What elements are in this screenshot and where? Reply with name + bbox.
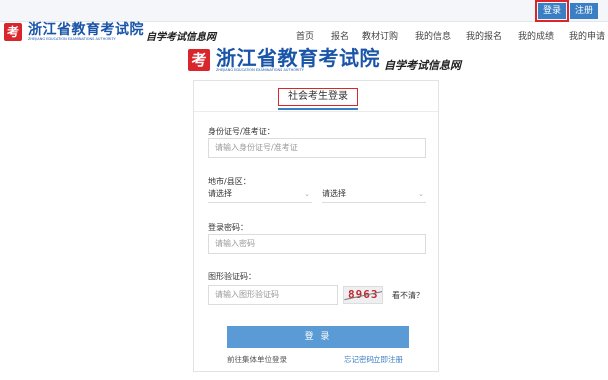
tab-underline [278, 108, 358, 110]
logo-emblem-icon: 考 [4, 23, 22, 41]
nav-my-info[interactable]: 我的信息 [415, 29, 451, 42]
register-button[interactable]: 注册 [570, 3, 598, 19]
password-input[interactable]: 请输入密码 [208, 234, 426, 254]
register-now-link[interactable]: 立即注册 [373, 354, 403, 365]
login-button[interactable]: 登录 [535, 0, 569, 22]
id-label: 身份证号/准考证： [208, 127, 275, 136]
chevron-down-icon: ⌄ [418, 190, 424, 198]
district-select[interactable]: 请选择 ⌄ [322, 187, 426, 203]
forgot-password-link[interactable]: 忘记密码 [344, 354, 374, 365]
site-logo[interactable]: 考 浙江省教育考试院 ZHEJIANG EDUCATION EXAMINATIO… [4, 22, 216, 43]
center-logo: 考 浙江省教育考试院 ZHEJIANG EDUCATION EXAMINATIO… [188, 45, 461, 75]
submit-login-button[interactable]: 登 录 [227, 326, 409, 348]
nav-registration[interactable]: 报名 [331, 29, 349, 42]
password-label: 登录密码： [208, 223, 248, 232]
captcha-label: 图形验证码： [208, 272, 256, 281]
login-card: 社会考生登录 身份证号/准考证： 请输入身份证号/准考证 地市/县区： 请选择 … [193, 80, 439, 372]
city-select[interactable]: 请选择 ⌄ [208, 187, 312, 203]
site-slogan: 自学考试信息网 [146, 31, 216, 43]
nav-my-registration[interactable]: 我的报名 [466, 29, 502, 42]
city-select-value: 请选择 [208, 189, 232, 198]
captcha-image[interactable]: 8963 [343, 286, 383, 304]
captcha-input[interactable]: 请输入图形验证码 [208, 285, 338, 305]
center-slogan: 自学考试信息网 [384, 59, 461, 72]
captcha-refresh-link[interactable]: 看不清？ [392, 290, 424, 301]
region-label: 地市/县区： [208, 177, 251, 186]
card-divider [194, 111, 438, 112]
nav-my-scores[interactable]: 我的成绩 [518, 29, 554, 42]
group-login-link[interactable]: 前往集体单位登录 [227, 354, 287, 365]
tab-social-candidate-login[interactable]: 社会考生登录 [278, 88, 358, 106]
id-number-input[interactable]: 请输入身份证号/准考证 [208, 138, 426, 158]
center-title: 浙江省教育考试院 [216, 46, 380, 70]
site-title: 浙江省教育考试院 [28, 22, 144, 38]
top-bar: 登录 注册 [0, 0, 608, 22]
chevron-down-icon: ⌄ [304, 190, 310, 198]
center-emblem-icon: 考 [188, 49, 210, 71]
nav-home[interactable]: 首页 [296, 29, 314, 42]
district-select-value: 请选择 [322, 189, 346, 198]
nav-textbook-order[interactable]: 教材订购 [362, 29, 398, 42]
nav-my-applications[interactable]: 我的申请 [569, 29, 605, 42]
